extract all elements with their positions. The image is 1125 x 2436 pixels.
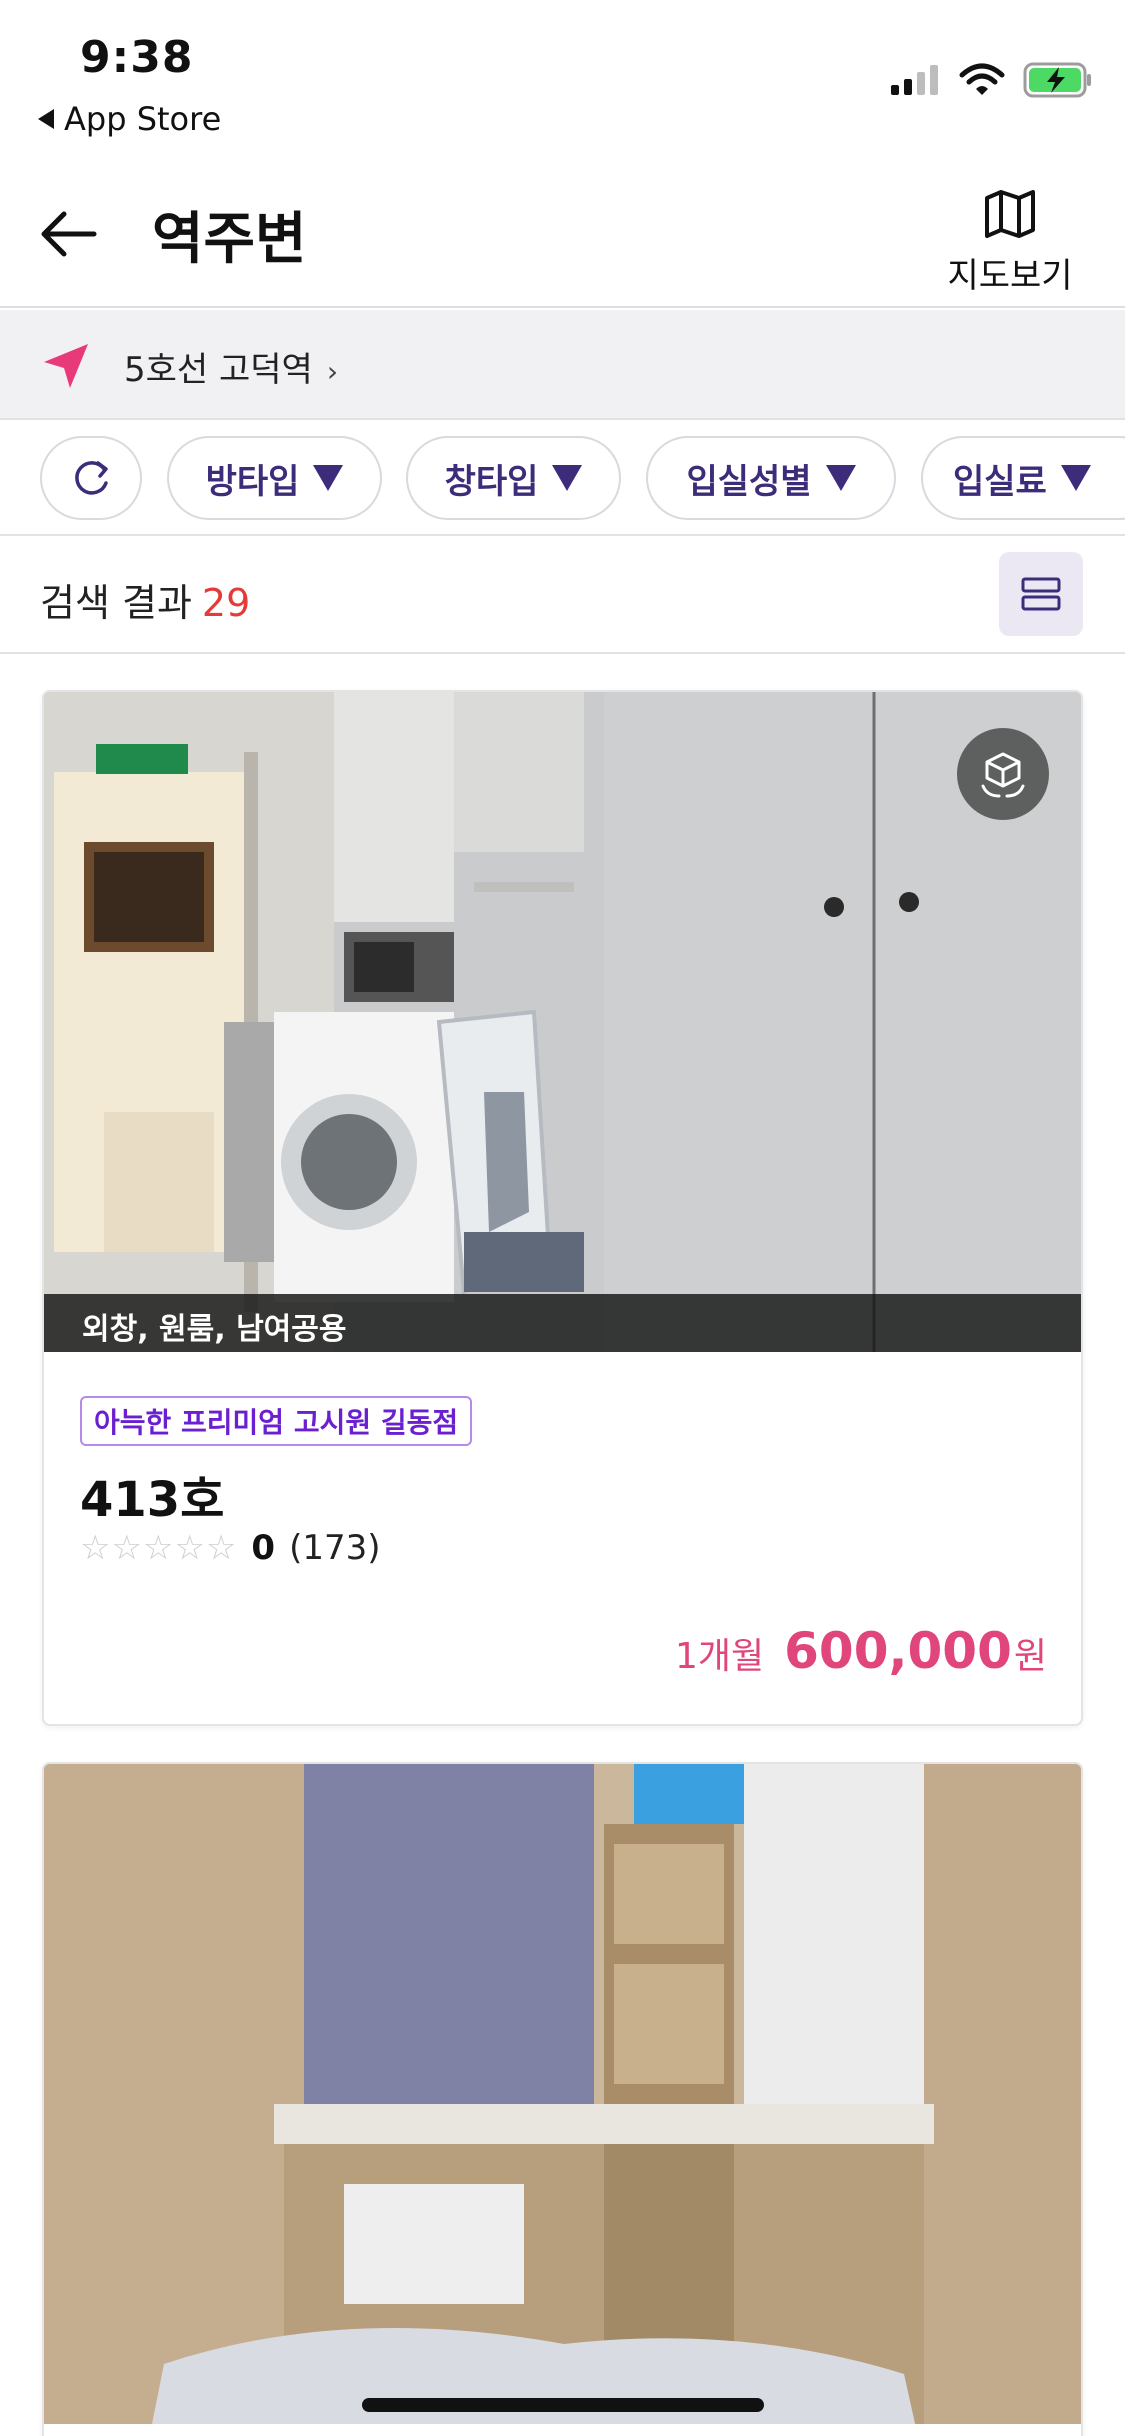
battery-charging-icon bbox=[1023, 62, 1091, 98]
filter-window-type-label: 창타입 bbox=[444, 461, 539, 502]
filter-room-type-label: 방타입 bbox=[205, 461, 300, 502]
star-rating-icon: ☆☆☆☆☆ bbox=[80, 1528, 238, 1568]
listing-card[interactable]: 외창, 원룸, 남여공용 아늑한 프리미엄 고시원 길동점 413호 ☆☆☆☆☆… bbox=[42, 690, 1083, 1726]
results-summary: 검색 결과 29 bbox=[40, 572, 250, 627]
price-period: 1개월 bbox=[674, 1636, 765, 1677]
results-bar: 검색 결과 29 bbox=[0, 538, 1125, 654]
filter-fee-label: 입실료 bbox=[953, 461, 1047, 502]
listing-info: 아늑한 프리미엄 고시원 길동점 413호 ☆☆☆☆☆ 0 (173) 1개월 … bbox=[44, 1352, 1081, 1724]
results-label: 검색 결과 bbox=[40, 581, 192, 625]
brand-tag: 아늑한 프리미엄 고시원 길동점 bbox=[80, 1396, 473, 1446]
status-icons bbox=[891, 62, 1093, 98]
page-title: 역주변 bbox=[152, 207, 307, 272]
room-photo-illustration bbox=[44, 692, 1081, 1352]
back-triangle-icon bbox=[38, 109, 54, 129]
room-photo-illustration bbox=[44, 1764, 1081, 2424]
filter-bar: 방타입 창타입 입실성별 입실료 bbox=[0, 420, 1125, 536]
results-count: 29 bbox=[201, 581, 251, 625]
room-photo[interactable]: 외창, 원룸, 남여공용 bbox=[44, 692, 1081, 1352]
filter-gender-label: 입실성별 bbox=[686, 461, 812, 502]
room-photo[interactable] bbox=[44, 1764, 1081, 2424]
refresh-icon bbox=[75, 461, 108, 495]
price-unit: 원 bbox=[1013, 1636, 1047, 1677]
map-icon bbox=[985, 190, 1035, 238]
filter-window-type[interactable]: 창타입 bbox=[406, 436, 621, 520]
app-header: 역주변 지도보기 bbox=[0, 160, 1125, 308]
filter-gender[interactable]: 입실성별 bbox=[646, 436, 896, 520]
filter-room-type[interactable]: 방타입 bbox=[167, 436, 382, 520]
listing-card[interactable] bbox=[42, 1762, 1083, 2436]
refresh-filter-button[interactable] bbox=[40, 436, 142, 520]
room-tags: 외창, 원룸, 남여공용 bbox=[44, 1294, 1081, 1352]
chevron-right-icon: › bbox=[326, 355, 339, 388]
dropdown-arrow-icon bbox=[552, 465, 583, 491]
location-label: 5호선 고덕역 › bbox=[124, 342, 338, 391]
view-toggle-button[interactable] bbox=[999, 552, 1083, 636]
wifi-icon bbox=[959, 63, 1005, 95]
location-station: 5호선 고덕역 bbox=[124, 350, 313, 390]
home-indicator bbox=[362, 2398, 764, 2412]
rating: ☆☆☆☆☆ 0 (173) bbox=[80, 1528, 381, 1568]
map-view-button[interactable]: 지도보기 bbox=[935, 190, 1085, 297]
map-view-label: 지도보기 bbox=[947, 256, 1073, 296]
dropdown-arrow-icon bbox=[313, 465, 344, 491]
status-bar: 9:38 App Store bbox=[0, 0, 1125, 150]
back-arrow-icon[interactable] bbox=[36, 202, 100, 266]
price-amount: 600,000 bbox=[784, 1622, 1012, 1680]
location-arrow-icon bbox=[44, 344, 88, 388]
vr-tour-button[interactable] bbox=[957, 728, 1049, 820]
review-count: (173) bbox=[289, 1528, 381, 1568]
dropdown-arrow-icon bbox=[1060, 465, 1091, 491]
location-selector[interactable]: 5호선 고덕역 › bbox=[0, 310, 1125, 420]
dropdown-arrow-icon bbox=[825, 465, 856, 491]
status-time: 9:38 bbox=[80, 32, 194, 83]
filter-fee[interactable]: 입실료 bbox=[921, 436, 1125, 520]
back-to-app-store[interactable]: App Store bbox=[38, 100, 221, 138]
3d-cube-icon bbox=[981, 752, 1025, 798]
back-app-label: App Store bbox=[64, 100, 222, 138]
room-name: 413호 bbox=[80, 1472, 225, 1528]
list-view-icon bbox=[1021, 577, 1061, 611]
signal-icon bbox=[891, 65, 938, 95]
price: 1개월 600,000 원 bbox=[675, 1622, 1047, 1680]
rating-score: 0 bbox=[251, 1528, 276, 1568]
